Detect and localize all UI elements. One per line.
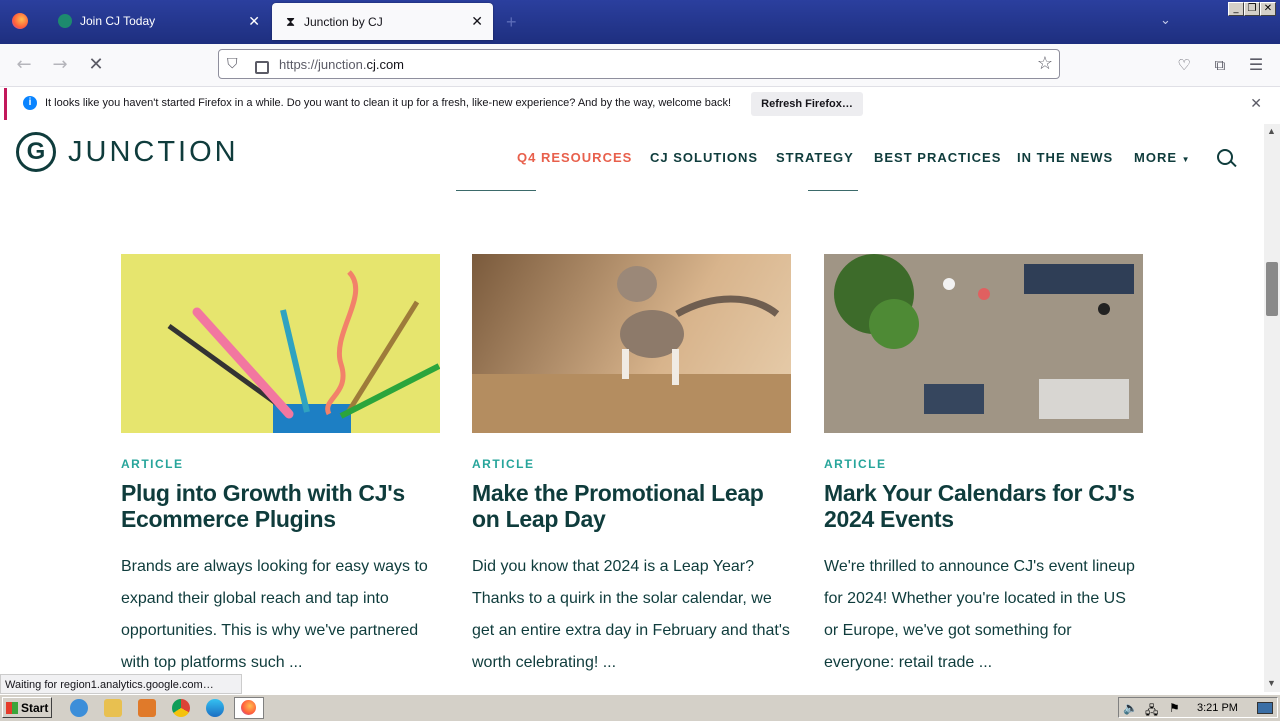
event-illustration	[824, 254, 1143, 433]
menu-icon[interactable]: ☰	[1246, 55, 1266, 75]
straws-illustration	[167, 270, 440, 433]
clock[interactable]: 3:21 PM	[1197, 702, 1238, 714]
system-tray: 🔈 🖧 ⚑ 3:21 PM	[1118, 697, 1278, 718]
internet-explorer-icon[interactable]	[70, 699, 88, 717]
scrollbar-thumb[interactable]	[1266, 262, 1278, 316]
folder-icon[interactable]	[104, 699, 122, 717]
extensions-icon[interactable]: ⧉	[1210, 55, 1230, 75]
notification-message: It looks like you haven't started Firefo…	[45, 97, 732, 109]
cj-favicon-icon	[58, 14, 72, 28]
menu-in-the-news[interactable]: IN THE NEWS	[1017, 150, 1113, 165]
divider	[808, 190, 858, 191]
menu-strategy[interactable]: STRATEGY	[776, 150, 854, 165]
flag-icon[interactable]: ⚑	[1169, 701, 1180, 715]
refresh-notification-bar: i It looks like you haven't started Fire…	[4, 88, 1276, 120]
media-player-icon[interactable]	[138, 699, 156, 717]
junction-logo-mark[interactable]: G	[16, 132, 56, 172]
navigation-toolbar: ← → ✕ ⛉ https://junction.cj.com ☆ ♡ ⧉ ☰	[0, 44, 1280, 87]
card-description: We're thrilled to announce CJ's event li…	[824, 558, 1135, 671]
chrome-icon[interactable]	[172, 699, 190, 717]
card-category: ARTICLE	[472, 457, 535, 471]
forward-icon[interactable]: →	[50, 55, 70, 75]
network-icon[interactable]: 🖧	[1145, 701, 1158, 722]
firefox-logo-icon[interactable]	[12, 13, 28, 29]
junction-logo-text[interactable]: JUNCTION	[68, 136, 239, 169]
caret-down-icon: ▼	[1181, 155, 1191, 164]
card-image-straws[interactable]	[121, 254, 440, 433]
card-title[interactable]: Plug into Growth with CJ's Ecommerce Plu…	[121, 480, 441, 532]
card-title[interactable]: Make the Promotional Leap on Leap Day	[472, 480, 792, 532]
pocket-icon[interactable]: ♡	[1174, 55, 1194, 75]
scroll-down-arrow-icon[interactable]: ▼	[1267, 678, 1276, 688]
menu-best-practices[interactable]: BEST PRACTICES	[874, 150, 1001, 165]
tab-title: Join CJ Today	[80, 14, 156, 28]
windows-taskbar: Start 🔈 🖧 ⚑ 3:21 PM	[0, 694, 1280, 721]
card-image-event[interactable]	[824, 254, 1143, 433]
edge-icon[interactable]	[206, 699, 224, 717]
tab-title: Junction by CJ	[304, 14, 383, 29]
search-icon-handle	[1230, 160, 1237, 168]
firefox-logo-icon	[241, 700, 256, 715]
windows-logo-icon	[6, 702, 18, 714]
card-title[interactable]: Mark Your Calendars for CJ's 2024 Events	[824, 480, 1144, 532]
show-desktop-icon[interactable]	[1257, 702, 1273, 714]
menu-more[interactable]: MORE ▼	[1134, 150, 1191, 165]
tab-join-cj[interactable]: Join CJ Today ✕	[44, 0, 270, 42]
info-icon: i	[23, 96, 37, 110]
divider	[456, 190, 536, 191]
close-window-button[interactable]: ✕	[1260, 2, 1276, 16]
close-notification-icon[interactable]: ✕	[1250, 95, 1262, 112]
tab-strip: Join CJ Today ✕ ⧗ Junction by CJ ✕ + ⌄ _…	[0, 0, 1280, 44]
card-description: Did you know that 2024 is a Leap Year? T…	[472, 558, 790, 671]
lock-icon[interactable]	[255, 61, 269, 74]
card-description: Brands are always looking for easy ways …	[121, 558, 428, 671]
close-tab-icon[interactable]: ✕	[471, 13, 483, 30]
new-tab-icon[interactable]: +	[506, 12, 517, 33]
menu-cj-solutions[interactable]: CJ SOLUTIONS	[650, 150, 758, 165]
card-category: ARTICLE	[121, 457, 184, 471]
back-icon[interactable]: ←	[14, 55, 34, 75]
status-text: Waiting for region1.analytics.google.com…	[0, 674, 242, 694]
close-tab-icon[interactable]: ✕	[248, 13, 260, 30]
firefox-taskbar-icon[interactable]	[234, 697, 264, 719]
bookmark-star-icon[interactable]: ☆	[1037, 53, 1053, 74]
volume-icon[interactable]: 🔈	[1123, 701, 1138, 715]
shield-icon[interactable]: ⛉	[227, 55, 238, 72]
kitten-illustration	[472, 266, 791, 433]
menu-q4-resources[interactable]: Q4 RESOURCES	[517, 150, 632, 165]
restore-button[interactable]: ❐	[1244, 2, 1260, 16]
tab-junction[interactable]: ⧗ Junction by CJ ✕	[272, 3, 493, 40]
scroll-up-arrow-icon[interactable]: ▲	[1267, 126, 1276, 136]
card-image-kitten[interactable]	[472, 254, 791, 433]
list-tabs-icon[interactable]: ⌄	[1160, 12, 1171, 28]
start-button[interactable]: Start	[2, 697, 52, 718]
url-text[interactable]: https://junction.cj.com	[279, 57, 404, 72]
url-bar[interactable]: ⛉ https://junction.cj.com ☆	[218, 49, 1060, 79]
stop-loading-icon[interactable]: ✕	[86, 55, 106, 75]
refresh-firefox-button[interactable]: Refresh Firefox…	[751, 92, 863, 116]
minimize-button[interactable]: _	[1228, 2, 1244, 16]
loading-hourglass-icon: ⧗	[286, 13, 296, 29]
web-page: G JUNCTION Q4 RESOURCES CJ SOLUTIONS STR…	[0, 124, 1264, 692]
vertical-scrollbar[interactable]: ▲ ▼	[1264, 124, 1280, 692]
card-category: ARTICLE	[824, 457, 887, 471]
